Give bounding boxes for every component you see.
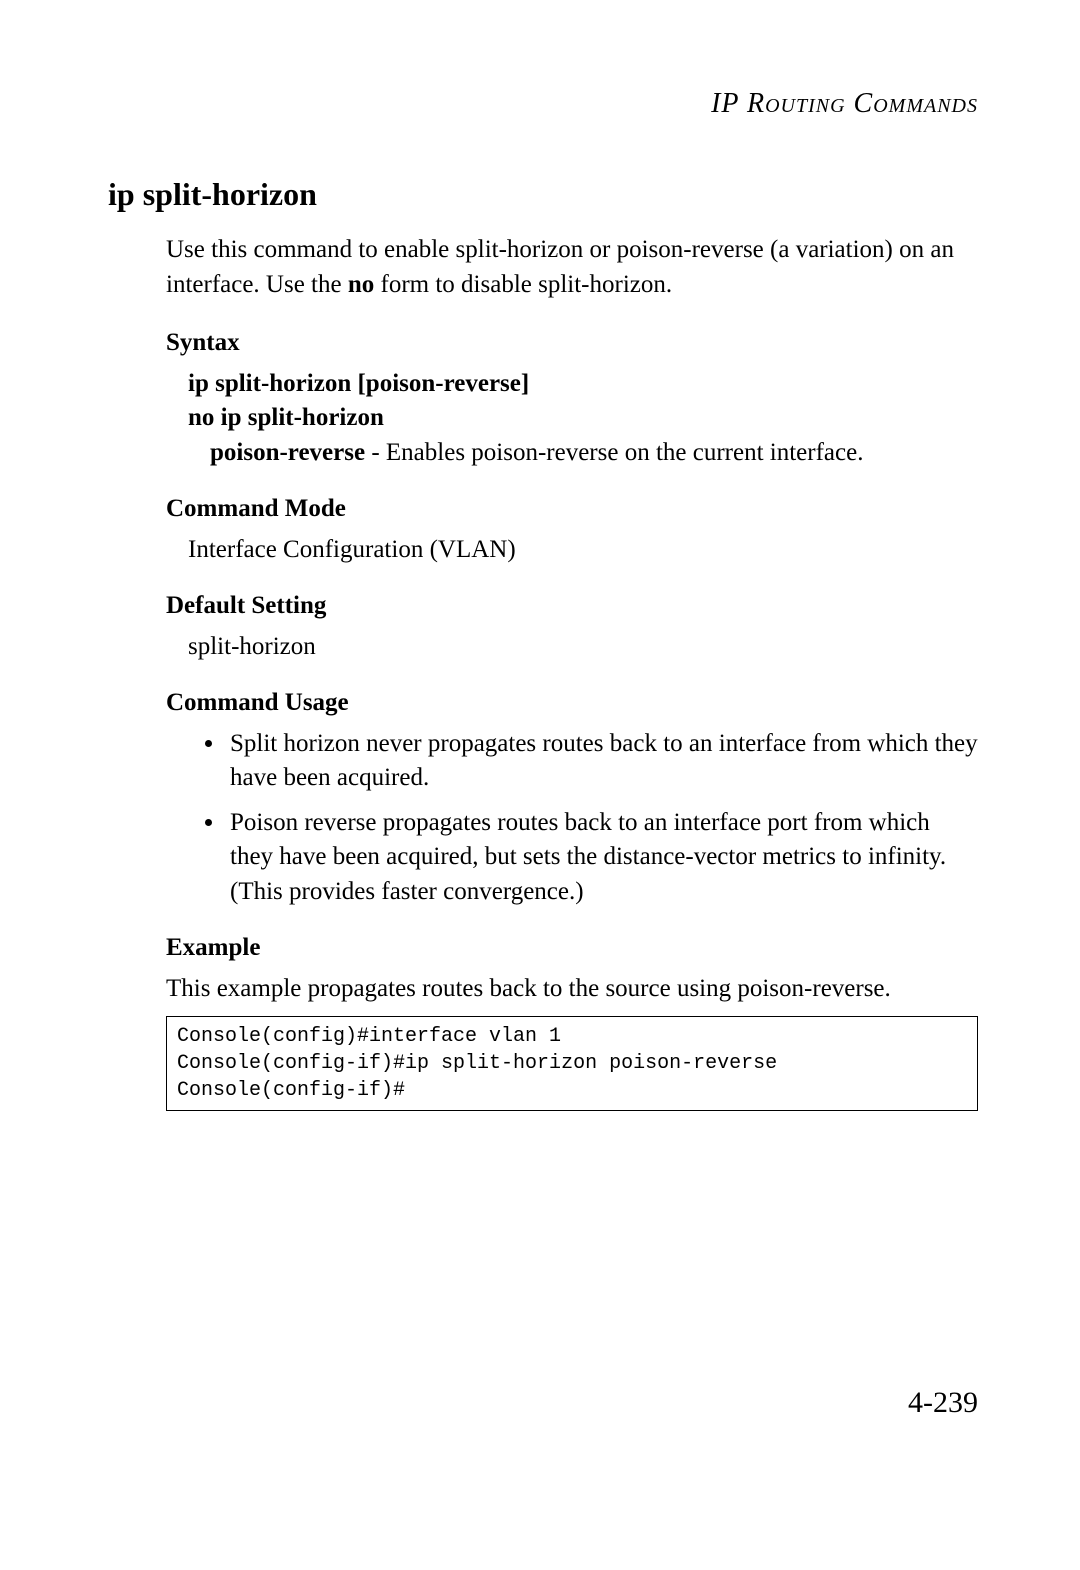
- syntax-line-2: no ip split-horizon: [188, 401, 978, 436]
- syntax-param-name: poison-reverse: [210, 439, 365, 466]
- content-body: Use this command to enable split-horizon…: [166, 233, 978, 1111]
- syntax-param-desc: - Enables poison-reverse on the current …: [365, 439, 863, 466]
- command-usage-label: Command Usage: [166, 686, 978, 721]
- syntax-param: poison-reverse - Enables poison-reverse …: [210, 436, 978, 471]
- example-code: Console(config)#interface vlan 1 Console…: [166, 1016, 978, 1111]
- intro-bold: no: [348, 271, 374, 298]
- page-number: 4-239: [908, 1386, 978, 1420]
- syntax-label: Syntax: [166, 326, 978, 361]
- default-setting-label: Default Setting: [166, 589, 978, 624]
- usage-item: Poison reverse propagates routes back to…: [226, 806, 978, 910]
- command-title: ip split-horizon: [108, 176, 978, 213]
- intro-paragraph: Use this command to enable split-horizon…: [166, 233, 978, 302]
- default-setting-value: split-horizon: [188, 630, 978, 665]
- intro-text-2: form to disable split-horizon.: [374, 271, 672, 298]
- example-label: Example: [166, 931, 978, 966]
- command-mode-label: Command Mode: [166, 492, 978, 527]
- example-intro: This example propagates routes back to t…: [166, 972, 978, 1007]
- running-head: IP Routing Commands: [108, 88, 978, 120]
- page: IP Routing Commands ip split-horizon Use…: [0, 0, 1080, 1570]
- command-mode-value: Interface Configuration (VLAN): [188, 533, 978, 568]
- usage-list: Split horizon never propagates routes ba…: [166, 727, 978, 910]
- syntax-line-1: ip split-horizon [poison-reverse]: [188, 367, 978, 402]
- usage-item: Split horizon never propagates routes ba…: [226, 727, 978, 796]
